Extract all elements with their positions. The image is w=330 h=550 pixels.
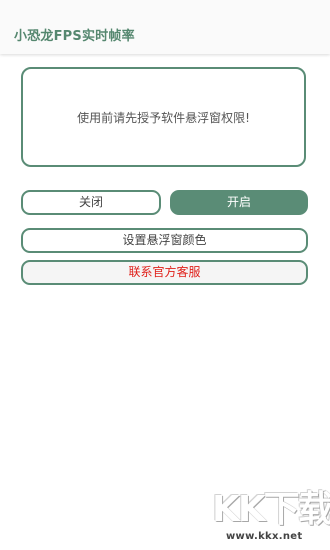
open-button[interactable]: 开启 <box>170 190 308 215</box>
watermark-logo: KK下载 <box>212 489 330 530</box>
kkx-watermark: KK下载 www.kkx.net <box>212 490 330 548</box>
permission-notice-text: 使用前请先授予软件悬浮窗权限! <box>77 111 250 125</box>
app-title: 小恐龙FPS实时帧率 <box>14 29 135 44</box>
set-float-window-color-button[interactable]: 设置悬浮窗颜色 <box>21 228 308 253</box>
watermark-url: www.kkx.net <box>226 531 303 542</box>
close-button[interactable]: 关闭 <box>21 190 161 215</box>
top-app-bar: 小恐龙FPS实时帧率 <box>0 0 330 54</box>
contact-official-service-button[interactable]: 联系官方客服 <box>21 260 308 285</box>
app-screen: 小恐龙FPS实时帧率 使用前请先授予软件悬浮窗权限! 关闭 开启 设置悬浮窗颜色… <box>0 0 330 550</box>
permission-notice-card: 使用前请先授予软件悬浮窗权限! <box>21 67 306 167</box>
